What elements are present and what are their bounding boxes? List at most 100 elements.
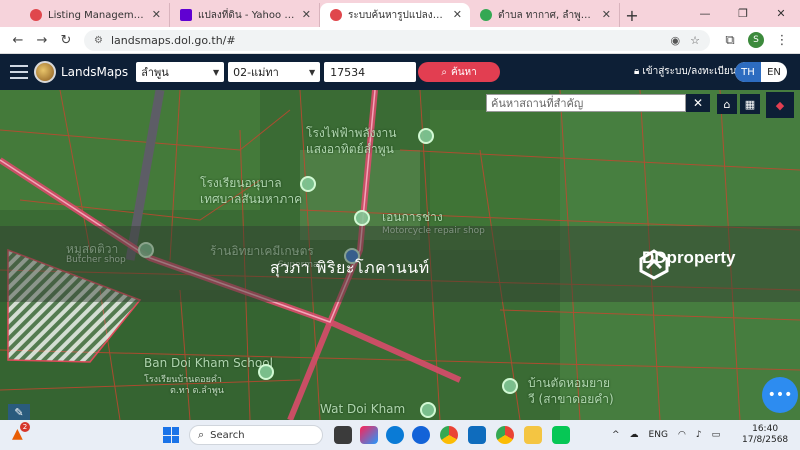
tab-close-icon[interactable]: ✕: [302, 8, 311, 21]
file-explorer-icon[interactable]: [524, 426, 542, 444]
zoom-icon[interactable]: [412, 426, 430, 444]
listing-favicon-icon: [30, 9, 42, 21]
lang-th-button[interactable]: TH: [735, 62, 761, 82]
new-tab-button[interactable]: +: [620, 3, 644, 27]
parcel-number-input[interactable]: 17534: [324, 62, 417, 82]
location-icon[interactable]: ◉: [671, 34, 681, 47]
taskbar-clock[interactable]: 16:40 17/8/2568: [742, 424, 788, 446]
profile-avatar[interactable]: S: [748, 32, 764, 48]
chevron-down-icon: ▼: [308, 67, 316, 77]
minimize-button[interactable]: —: [686, 0, 724, 27]
chrome-profile-icon[interactable]: [496, 426, 514, 444]
school-marker-icon[interactable]: [258, 364, 274, 380]
tab-close-icon[interactable]: ✕: [152, 8, 161, 21]
district-value: 02-แม่ทา: [233, 66, 279, 79]
poi-marker-icon[interactable]: [418, 128, 434, 144]
reload-button[interactable]: ↻: [54, 29, 78, 51]
browser-menu-icon[interactable]: ⋮: [770, 29, 794, 51]
clock-date: 17/8/2568: [742, 435, 789, 445]
school-marker-icon[interactable]: [300, 176, 316, 192]
district-select[interactable]: 02-แม่ทา ▼: [228, 62, 321, 82]
temple-marker-icon[interactable]: [420, 402, 436, 418]
repair-marker-icon[interactable]: [354, 210, 370, 226]
taskbar-search-label: Search: [210, 429, 245, 441]
search-icon: ⌕: [441, 66, 448, 78]
browser-tab-strip: Listing Management ✕ แปลงที่ดิน - Yahoo …: [0, 0, 800, 27]
forward-button[interactable]: →: [30, 29, 54, 51]
map-label-wat-doi-kham: Wat Doi Kham: [320, 402, 406, 416]
layers-icon: ◆: [775, 98, 785, 112]
taskbar-search[interactable]: ⌕ Search: [189, 425, 323, 445]
chat-dots-icon: •••: [767, 387, 793, 403]
place-search-input[interactable]: ค้นหาสถานที่สำคัญ: [486, 94, 686, 112]
url-field[interactable]: ⚙ landsmaps.dol.go.th/# ◉ ☆: [84, 29, 710, 51]
tab-label: ระบบค้นหารูปแปลงที่ดิน (LandsMaps): [348, 9, 446, 21]
search-button-label: ค้นหา: [451, 66, 477, 78]
edge-icon[interactable]: [386, 426, 404, 444]
layers-button[interactable]: ◆: [766, 92, 794, 118]
battery-icon[interactable]: ▭: [712, 430, 721, 440]
ruler-icon: ✎: [14, 405, 24, 419]
ddproperty-watermark: DDproperty: [638, 248, 736, 280]
input-language[interactable]: ENG: [649, 430, 668, 440]
line-app-icon[interactable]: [552, 426, 570, 444]
grid-button[interactable]: ▦: [740, 94, 760, 114]
site-info-icon[interactable]: ⚙: [94, 35, 103, 46]
parcel-number-value: 17534: [330, 65, 366, 79]
back-button[interactable]: ←: [6, 29, 30, 51]
chrome-icon[interactable]: [440, 426, 458, 444]
barber-marker-icon[interactable]: [502, 378, 518, 394]
province-value: ลำพูน: [141, 66, 169, 79]
home-view-button[interactable]: ⌂: [717, 94, 737, 114]
tab-label: ตำบล ทากาศ, ลำพูน - Google Maps: [498, 9, 595, 21]
speaker-icon[interactable]: ♪: [696, 430, 702, 440]
hamburger-menu-icon[interactable]: [10, 65, 28, 79]
map-pin-favicon-icon: [330, 9, 342, 21]
windows-taskbar: ▲ 2 ⌕ Search ^ ☁ ENG ◠ ♪ ▭ 16:40 17/8/25…: [0, 420, 800, 450]
start-button[interactable]: [163, 427, 179, 443]
province-select[interactable]: ลำพูน ▼: [136, 62, 225, 82]
measure-tool-button[interactable]: ✎: [8, 404, 30, 420]
tab-label: แปลงที่ดิน - Yahoo รายการที่ค้นพบ: [198, 9, 295, 21]
language-toggle: TH EN: [735, 62, 787, 82]
chat-button[interactable]: •••: [762, 377, 798, 413]
map-label-solar: แสงอาทิตย์ลำพูน: [306, 142, 394, 156]
search-button[interactable]: ⌕ ค้นหา: [418, 62, 501, 82]
restore-button[interactable]: ❐: [724, 0, 762, 27]
home-icon: ⌂: [723, 97, 731, 111]
task-view-icon[interactable]: [334, 426, 352, 444]
outlook-icon[interactable]: [468, 426, 486, 444]
onedrive-icon[interactable]: ☁: [630, 430, 639, 440]
extensions-icon[interactable]: ⧉: [718, 29, 742, 51]
brand-title: LandsMaps: [61, 65, 129, 79]
wifi-icon[interactable]: ◠: [678, 430, 686, 440]
bookmark-star-icon[interactable]: ☆: [690, 34, 700, 47]
place-search-placeholder: ค้นหาสถานที่สำคัญ: [491, 97, 584, 110]
grid-icon: ▦: [744, 97, 756, 111]
browser-tab-google-maps[interactable]: ตำบล ทากาศ, ลำพูน - Google Maps ✕: [470, 3, 620, 27]
browser-tab-landsmaps[interactable]: ระบบค้นหารูปแปลงที่ดิน (LandsMaps) ✕: [320, 3, 470, 27]
map-label-doi-kham-school: Ban Doi Kham School: [144, 356, 273, 370]
map-label-municipality: เทศบาลสันมหาภาค: [200, 192, 303, 206]
tray-overflow-icon[interactable]: ^: [612, 430, 620, 440]
url-text: landsmaps.dol.go.th/#: [110, 33, 236, 47]
clear-search-button[interactable]: ✕: [686, 94, 710, 112]
map-canvas[interactable]: โรงไฟฟ้าพลังงาน แสงอาทิตย์ลำพูน โรงเรียน…: [0, 90, 800, 420]
map-label-barber-branch: วี (สาขาดอยคำ): [528, 392, 614, 406]
ddproperty-logo-icon: [639, 249, 669, 280]
browser-tab-yahoo[interactable]: แปลงที่ดิน - Yahoo รายการที่ค้นพบ ✕: [170, 3, 320, 27]
map-label-mechanic: เอนการช่าง: [382, 210, 443, 224]
browser-tab-listing[interactable]: Listing Management ✕: [20, 3, 170, 27]
clock-time: 16:40: [752, 424, 779, 434]
tab-label: Listing Management: [48, 9, 145, 21]
map-label-doi-kham-school-addr: ต.ทา ต.ลำพูน: [170, 386, 224, 396]
chevron-down-icon: ▼: [212, 67, 220, 77]
app-header: LandsMaps ลำพูน ▼ 02-แม่ทา ▼ 17534 ⌕ ค้น…: [0, 54, 800, 90]
login-link[interactable]: 🔒︎ เข้าสู่ระบบ/ลงทะเบียน: [634, 64, 737, 79]
copilot-icon[interactable]: [360, 426, 378, 444]
tab-close-icon[interactable]: ✕: [453, 8, 462, 21]
close-window-button[interactable]: ✕: [762, 0, 800, 27]
lang-en-button[interactable]: EN: [761, 62, 787, 82]
dol-logo: [34, 61, 56, 83]
tab-close-icon[interactable]: ✕: [602, 8, 611, 21]
